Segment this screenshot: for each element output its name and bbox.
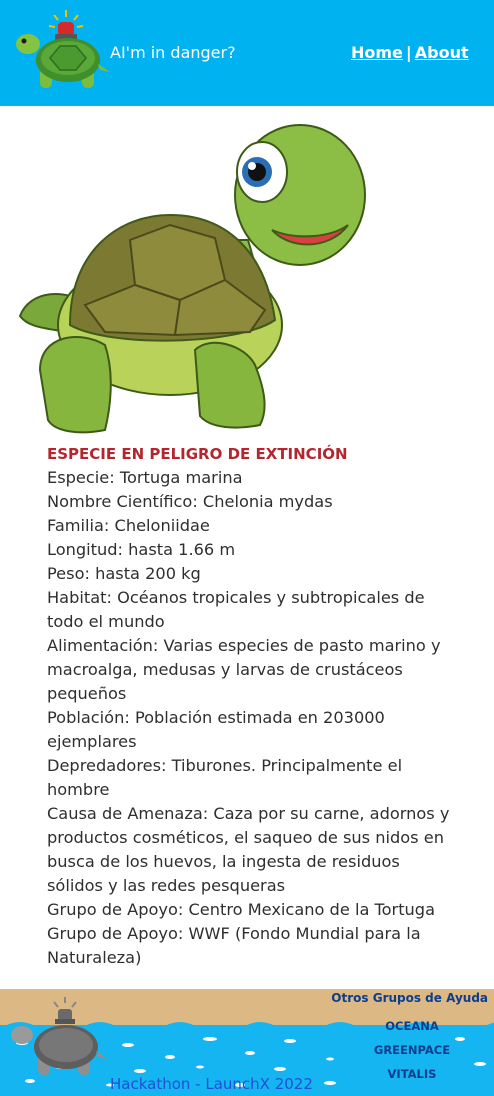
site-header: AI'm in danger? Home | About xyxy=(0,0,494,106)
endangered-alert: ESPECIE EN PELIGRO DE EXTINCIÓN xyxy=(47,445,348,463)
turtle-siren-logo-icon[interactable] xyxy=(10,6,114,94)
habitat-line: Habitat: Océanos tropicales y subtropica… xyxy=(47,588,425,631)
gray-turtle-siren-icon xyxy=(11,997,108,1075)
main-nav: Home | About xyxy=(351,42,469,64)
population-line: Población: Población estimada en 203000 … xyxy=(47,708,385,751)
threat-cause-line: Causa de Amenaza: Caza por su carne, ado… xyxy=(47,804,450,895)
help-groups-title: Otros Grupos de Ayuda xyxy=(331,991,488,1005)
greenpace-link[interactable]: GREENPACE xyxy=(360,1038,464,1062)
help-groups-links: OCEANA GREENPACE VITALIS xyxy=(360,1014,464,1086)
nav-separator: | xyxy=(405,43,412,62)
cartoon-turtle-illustration xyxy=(18,124,366,434)
predators-line: Depredadores: Tiburones. Principalmente … xyxy=(47,756,403,799)
species-info: ESPECIE EN PELIGRO DE EXTINCIÓN Especie:… xyxy=(47,442,457,970)
site-title: AI'm in danger? xyxy=(110,43,236,62)
oceana-link[interactable]: OCEANA xyxy=(360,1014,464,1038)
nav-about-link[interactable]: About xyxy=(415,43,469,62)
length-line: Longitud: hasta 1.66 m xyxy=(47,540,236,559)
footer-credit: Hackathon - LaunchX 2022 xyxy=(110,1075,313,1093)
support-group-line: Grupo de Apoyo: WWF (Fondo Mundial para … xyxy=(47,924,421,967)
support-group-line: Grupo de Apoyo: Centro Mexicano de la To… xyxy=(47,900,435,919)
scientific-name-line: Nombre Científico: Chelonia mydas xyxy=(47,492,333,511)
site-footer: Otros Grupos de Ayuda OCEANA GREENPACE V… xyxy=(0,989,494,1096)
weight-line: Peso: hasta 200 kg xyxy=(47,564,201,583)
vitalis-link[interactable]: VITALIS xyxy=(360,1062,464,1086)
nav-home-link[interactable]: Home xyxy=(351,43,403,62)
family-line: Familia: Cheloniidae xyxy=(47,516,210,535)
diet-line: Alimentación: Varias especies de pasto m… xyxy=(47,636,441,703)
species-line: Especie: Tortuga marina xyxy=(47,468,243,487)
